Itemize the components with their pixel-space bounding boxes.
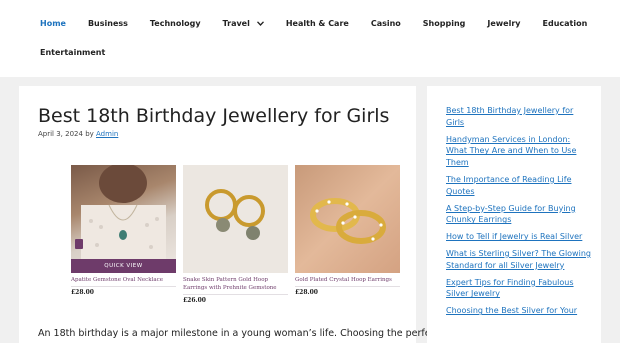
sidebar-recent-posts: Best 18th Birthday Jewellery for Girls H… bbox=[427, 86, 601, 343]
nav-row: Home Business Technology Travel Health &… bbox=[40, 10, 587, 37]
recent-posts-list: Best 18th Birthday Jewellery for Girls H… bbox=[446, 105, 591, 322]
article-card: Best 18th Birthday Jewellery for Girls A… bbox=[19, 86, 440, 343]
earrings-illustration bbox=[205, 189, 265, 240]
product-price: £28.00 bbox=[71, 289, 94, 296]
nav-item-health-care[interactable]: Health & Care bbox=[286, 19, 349, 28]
quick-view-button[interactable]: QUICK VIEW bbox=[71, 259, 176, 273]
product-price: £26.00 bbox=[183, 297, 206, 304]
product-image-crystal-hoops[interactable] bbox=[295, 165, 400, 273]
author-link[interactable]: Admin bbox=[96, 130, 118, 138]
list-item: The Importance of Reading Life Quotes bbox=[446, 174, 591, 198]
list-item: How to Tell if Jewelry is Real Silver bbox=[446, 231, 591, 243]
recent-post-link[interactable]: What is Sterling Silver? The Glowing Sta… bbox=[446, 249, 591, 270]
recent-post-link[interactable]: How to Tell if Jewelry is Real Silver bbox=[446, 232, 582, 241]
nav-item-travel[interactable]: Travel bbox=[223, 19, 264, 28]
nav-item-business[interactable]: Business bbox=[88, 19, 128, 28]
recent-post-link[interactable]: The Importance of Reading Life Quotes bbox=[446, 175, 572, 196]
article-intro: An 18th birthday is a major milestone in… bbox=[38, 328, 440, 339]
product-card[interactable]: Gold Plated Crystal Hoop Earrings £28.00 bbox=[295, 165, 400, 304]
product-card[interactable]: QUICK VIEW Apatite Gemstone Oval Necklac… bbox=[71, 165, 176, 304]
list-item: A Step-by-Step Guide for Buying Chunky E… bbox=[446, 203, 591, 227]
list-item: Best 18th Birthday Jewellery for Girls bbox=[446, 105, 591, 129]
article-date: April 3, 2024 bbox=[38, 130, 83, 138]
list-item: Expert Tips for Finding Fabulous Silver … bbox=[446, 277, 591, 301]
nav-item-home[interactable]: Home bbox=[40, 19, 66, 28]
nav-item-casino[interactable]: Casino bbox=[371, 19, 401, 28]
list-item: Choosing the Best Silver for Your bbox=[446, 305, 591, 317]
article-title: Best 18th Birthday Jewellery for Girls bbox=[38, 105, 390, 127]
recent-post-link[interactable]: Handyman Services in London: What They A… bbox=[446, 135, 576, 168]
site-header: Home Business Technology Travel Health &… bbox=[0, 0, 620, 77]
article-by: by bbox=[85, 130, 94, 138]
product-image-necklace[interactable]: QUICK VIEW bbox=[71, 165, 176, 273]
nav-row-2: Entertainment bbox=[40, 39, 127, 66]
nav-item-jewelry[interactable]: Jewelry bbox=[487, 19, 520, 28]
necklace-illustration bbox=[75, 165, 166, 273]
nav-item-travel-label: Travel bbox=[222, 19, 250, 28]
nav-item-shopping[interactable]: Shopping bbox=[423, 19, 466, 28]
product-name[interactable]: Gold Plated Crystal Hoop Earrings bbox=[295, 273, 400, 284]
chevron-down-icon bbox=[256, 20, 264, 28]
product-price: £28.00 bbox=[295, 289, 318, 296]
nav-item-entertainment[interactable]: Entertainment bbox=[40, 48, 105, 57]
article-meta: April 3, 2024 by Admin bbox=[38, 130, 118, 138]
product-image-hoop-earrings[interactable] bbox=[183, 165, 288, 273]
recent-post-link[interactable]: Expert Tips for Finding Fabulous Silver … bbox=[446, 278, 574, 299]
product-name[interactable]: Apatite Gemstone Oval Necklace bbox=[71, 273, 176, 284]
nav-item-education[interactable]: Education bbox=[543, 19, 588, 28]
list-item: Handyman Services in London: What They A… bbox=[446, 134, 591, 169]
nav-item-technology[interactable]: Technology bbox=[150, 19, 201, 28]
crystal-hoops-illustration bbox=[310, 198, 386, 244]
recent-post-link[interactable]: Best 18th Birthday Jewellery for Girls bbox=[446, 106, 573, 127]
product-card[interactable]: Snake Skin Pattern Gold Hoop Earrings wi… bbox=[183, 165, 288, 304]
main-navigation: Home Business Technology Travel Health &… bbox=[40, 10, 587, 37]
product-grid: QUICK VIEW Apatite Gemstone Oval Necklac… bbox=[71, 165, 400, 304]
recent-post-link[interactable]: A Step-by-Step Guide for Buying Chunky E… bbox=[446, 204, 576, 225]
list-item: What is Sterling Silver? The Glowing Sta… bbox=[446, 248, 591, 272]
recent-post-link[interactable]: Choosing the Best Silver for Your bbox=[446, 306, 577, 315]
product-name[interactable]: Snake Skin Pattern Gold Hoop Earrings wi… bbox=[183, 273, 288, 292]
